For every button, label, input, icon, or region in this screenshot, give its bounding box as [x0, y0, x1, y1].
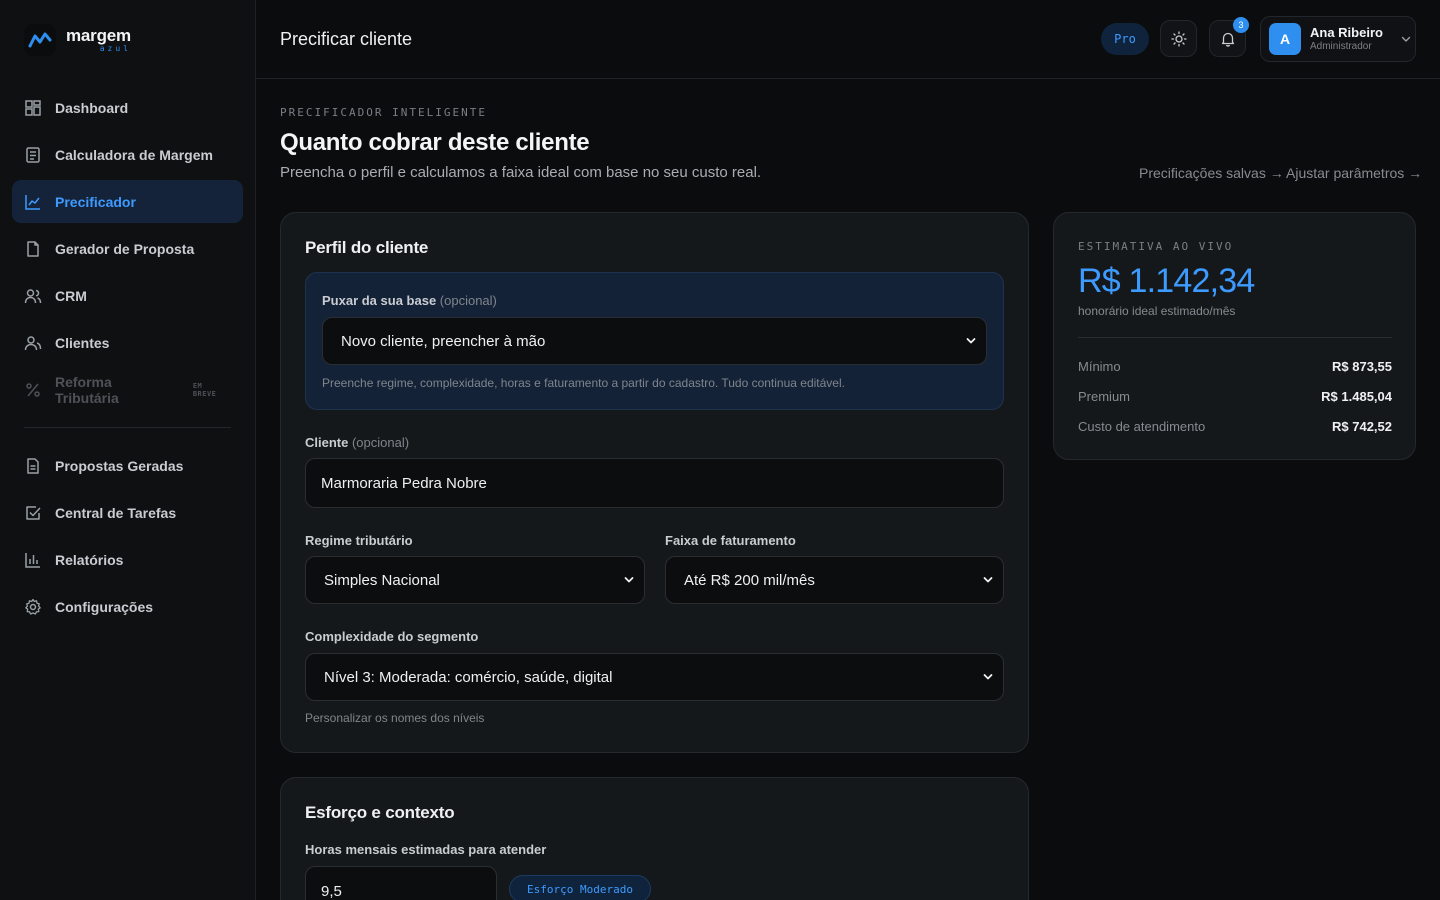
chart-line-icon [25, 194, 40, 210]
tax-regime-select[interactable]: Simples Nacional [305, 556, 645, 604]
sun-icon [1170, 30, 1187, 47]
chevron-down-icon [624, 577, 634, 583]
check-square-icon [26, 505, 41, 520]
brand-logo[interactable]: margem azul [24, 24, 131, 56]
dashboard-icon [25, 99, 41, 116]
card-title: Perfil do cliente [305, 238, 429, 257]
main-heading: Quanto cobrar deste cliente [280, 129, 590, 156]
divider [1078, 337, 1392, 338]
nav-item-calculadora[interactable]: Calculadora de Margem [12, 133, 243, 176]
nav-item-central-tarefas[interactable]: Central de Tarefas [12, 491, 243, 534]
hours-label: Horas mensais estimadas para atender [305, 842, 547, 857]
topbar: Precificar cliente Pro 3 A Ana Ribeiro A… [256, 0, 1440, 79]
nav-label: Reforma Tributária [55, 373, 119, 406]
segment-complexity-select[interactable]: Nível 3: Moderada: comércio, saúde, digi… [305, 653, 1004, 701]
page-eyebrow: PRECIFICADOR INTELIGENTE [280, 106, 487, 119]
bell-icon [1221, 32, 1234, 47]
soon-badge: EM BREVE [192, 381, 217, 398]
estimate-value: R$ 1.142,34 [1078, 262, 1255, 300]
estimate-note: honorário ideal estimado/mês [1078, 304, 1236, 318]
gear-icon [25, 598, 41, 615]
select-value: Novo cliente, preencher à mão [341, 332, 546, 350]
avatar: A [1269, 23, 1301, 55]
nav-label: CRM [55, 287, 87, 304]
nav-label: Precificador [55, 193, 136, 210]
notifications-button[interactable]: 3 [1209, 17, 1249, 57]
customize-levels-link[interactable]: Personalizar os nomes dos níveis [305, 711, 484, 725]
chevron-down-icon [1401, 36, 1411, 42]
live-estimate-card: ESTIMATIVA AO VIVO R$ 1.142,34 honorário… [1053, 212, 1416, 460]
chevron-down-icon [983, 674, 993, 680]
nav-label: Propostas Geradas [55, 457, 184, 474]
estimate-label: ESTIMATIVA AO VIVO [1078, 240, 1234, 253]
regime-label: Regime tributário [305, 533, 413, 548]
monthly-hours-input[interactable]: 9,5 [305, 866, 497, 900]
effort-level-badge: Esforço Moderado [509, 875, 651, 900]
logo-mark-icon [24, 24, 56, 56]
clients-icon [24, 335, 42, 350]
client-name-input[interactable]: Marmoraria Pedra Nobre [305, 458, 1004, 508]
select-value: Nível 3: Moderada: comércio, saúde, digi… [324, 668, 613, 686]
calculator-icon [26, 146, 40, 163]
users-icon [24, 288, 42, 303]
card-title: Esforço e contexto [305, 803, 455, 822]
nav-label: Clientes [55, 334, 110, 351]
plan-badge[interactable]: Pro [1101, 23, 1149, 55]
nav-item-reforma-tributaria: Reforma Tributária EM BREVE [12, 368, 243, 411]
file-list-icon [27, 457, 39, 474]
adjust-parameters-link[interactable]: Ajustar parâmetros → [1286, 165, 1422, 181]
main-nav: Dashboard Calculadora de Margem Precific… [12, 86, 243, 632]
sidebar: margem azul Dashboard Calculadora de Mar… [0, 0, 256, 900]
bar-chart-icon [25, 552, 40, 568]
nav-item-relatorios[interactable]: Relatórios [12, 538, 243, 581]
import-from-base-panel: Puxar da sua base (opcional) Novo client… [305, 272, 1004, 410]
import-hint: Preenche regime, complexidade, horas e f… [322, 376, 845, 390]
estimate-row-premium: Premium R$ 1.485,04 [1078, 389, 1392, 404]
chevron-down-icon [966, 338, 976, 344]
nav-label: Calculadora de Margem [55, 146, 213, 163]
nav-label: Configurações [55, 598, 154, 615]
nav-item-crm[interactable]: CRM [12, 274, 243, 317]
main-subtitle: Preencha o perfil e calculamos a faixa i… [280, 164, 762, 181]
user-name: Ana Ribeiro [1310, 25, 1383, 41]
nav-item-clientes[interactable]: Clientes [12, 321, 243, 364]
nav-item-dashboard[interactable]: Dashboard [12, 86, 243, 129]
nav-item-gerador-proposta[interactable]: Gerador de Proposta [12, 227, 243, 270]
brand-sub: azul [99, 44, 131, 53]
document-icon [27, 240, 39, 257]
estimate-row-cost: Custo de atendimento R$ 742,52 [1078, 419, 1392, 434]
import-client-select[interactable]: Novo cliente, preencher à mão [322, 317, 987, 365]
nav-label: Central de Tarefas [55, 504, 177, 521]
theme-toggle-button[interactable] [1160, 20, 1197, 57]
nav-label: Dashboard [55, 99, 129, 116]
brand-name: margem [66, 26, 131, 45]
input-value: 9,5 [321, 882, 342, 900]
nav-item-precificador[interactable]: Precificador [12, 180, 243, 223]
nav-item-propostas-geradas[interactable]: Propostas Geradas [12, 444, 243, 487]
user-role: Administrador [1310, 40, 1372, 52]
nav-divider [24, 427, 231, 428]
client-label: Cliente (opcional) [305, 435, 410, 450]
notification-count-badge: 3 [1233, 17, 1249, 33]
client-profile-card: Perfil do cliente Puxar da sua base (opc… [280, 212, 1029, 753]
estimate-row-minimum: Mínimo R$ 873,55 [1078, 359, 1392, 374]
input-value: Marmoraria Pedra Nobre [321, 474, 487, 492]
nav-label: Gerador de Proposta [55, 240, 195, 257]
import-label: Puxar da sua base (opcional) [322, 293, 497, 308]
revenue-label: Faixa de faturamento [665, 533, 796, 548]
effort-context-card: Esforço e contexto Horas mensais estimad… [280, 777, 1029, 900]
saved-pricings-link[interactable]: Precificações salvas → [1139, 165, 1284, 181]
percent-icon [26, 382, 40, 397]
select-value: Simples Nacional [324, 571, 440, 589]
chevron-down-icon [983, 577, 993, 583]
select-value: Até R$ 200 mil/mês [684, 571, 815, 589]
nav-item-configuracoes[interactable]: Configurações [12, 585, 243, 628]
page-title: Precificar cliente [280, 29, 413, 49]
revenue-range-select[interactable]: Até R$ 200 mil/mês [665, 556, 1004, 604]
nav-label: Relatórios [55, 551, 124, 568]
user-menu[interactable]: A Ana Ribeiro Administrador [1260, 16, 1416, 62]
complexity-label: Complexidade do segmento [305, 629, 479, 644]
